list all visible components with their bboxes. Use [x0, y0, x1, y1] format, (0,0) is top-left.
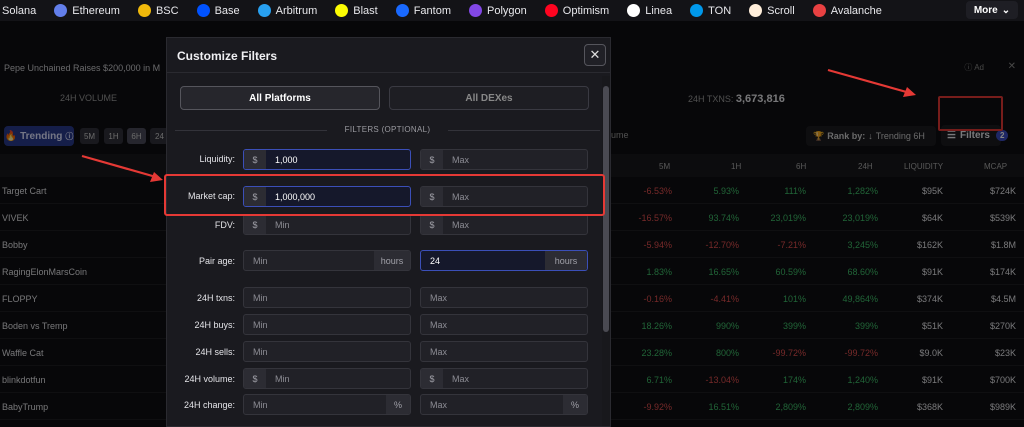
txns-24h-max-field[interactable]: Max — [420, 287, 588, 308]
chain-label: Base — [214, 4, 240, 17]
chain-logo-icon — [395, 4, 409, 17]
txns-24h-label: 24H txns: — [196, 293, 235, 303]
chain-label: Blast — [353, 4, 378, 17]
change-24h-label: 24H change: — [183, 400, 235, 410]
chain-label: Linea — [645, 4, 673, 17]
chain-logo-icon — [690, 4, 704, 17]
tab-all-platforms[interactable]: All Platforms — [180, 86, 380, 110]
chain-bsc[interactable]: BSC — [129, 4, 188, 17]
fdv-min-field[interactable]: $ Min — [243, 214, 411, 235]
pair-age-label: Pair age: — [198, 256, 235, 266]
chain-logo-icon — [749, 4, 763, 17]
chain-label: Arbitrum — [275, 4, 318, 17]
chain-arbitrum[interactable]: Arbitrum — [249, 4, 327, 17]
chain-label: Scroll — [767, 4, 795, 17]
liquidity-min-field[interactable]: $ 1,000 — [243, 149, 411, 170]
more-chains-button[interactable]: More ⌄ — [966, 1, 1018, 19]
chain-avalanche[interactable]: Avalanche — [804, 4, 891, 17]
dollar-prefix: $ — [244, 369, 266, 388]
fdv-label: FDV: — [214, 220, 235, 230]
chain-logo-icon — [469, 4, 482, 17]
buys-24h-min-field[interactable]: Min — [243, 314, 411, 335]
chain-bar: Solana Ethereum BSC Base Arbitrum Blast Fantom… — [0, 0, 1024, 21]
volume-24h-max-field[interactable]: $ Max — [420, 368, 588, 389]
chain-label: BSC — [155, 4, 179, 17]
filters-optional-heading: FILTERS (OPTIONAL) — [175, 125, 600, 134]
chain-polygon[interactable]: Polygon — [460, 4, 536, 17]
chain-logo-icon — [627, 4, 641, 17]
chain-ton[interactable]: TON — [681, 4, 740, 17]
chain-logo-icon — [335, 4, 349, 17]
txns-24h-min-field[interactable]: Min — [243, 287, 411, 308]
chain-scroll[interactable]: Scroll — [740, 4, 804, 17]
sells-24h-max-field[interactable]: Max — [420, 341, 588, 362]
chain-logo-icon — [196, 4, 210, 17]
chain-label: Avalanche — [830, 4, 882, 17]
volume-24h-label: 24H volume: — [184, 374, 235, 384]
chain-base[interactable]: Base — [188, 4, 249, 17]
chain-label: Solana — [2, 4, 37, 17]
chain-linea[interactable]: Linea — [618, 4, 681, 17]
buys-24h-max-field[interactable]: Max — [420, 314, 588, 335]
chain-logo-icon — [137, 4, 151, 17]
pair-age-max-field[interactable]: 24 hours — [420, 250, 588, 271]
chain-logo-icon — [812, 4, 826, 17]
annotation-arrow-market-cap — [81, 154, 163, 182]
chain-label: Polygon — [487, 4, 527, 17]
sells-24h-label: 24H sells: — [195, 347, 235, 357]
chain-label: TON — [708, 4, 732, 17]
market-cap-highlight-box — [164, 174, 605, 216]
change-24h-min-field[interactable]: Min % — [243, 394, 411, 415]
tab-all-dexes[interactable]: All DEXes — [389, 86, 589, 110]
chain-label: Optimism — [562, 4, 610, 17]
liquidity-label: Liquidity: — [199, 154, 235, 164]
chain-blast[interactable]: Blast — [326, 4, 386, 17]
customize-filters-modal: Customize Filters ✕ All Platforms All DE… — [166, 37, 611, 427]
chain-solana[interactable]: Solana — [0, 5, 45, 17]
chain-logo-icon — [544, 4, 558, 17]
chain-optimism[interactable]: Optimism — [536, 4, 618, 17]
close-icon[interactable]: ✕ — [584, 44, 606, 66]
liquidity-max-field[interactable]: $ Max — [420, 149, 588, 170]
dollar-prefix: $ — [421, 369, 443, 388]
chevron-down-icon: ⌄ — [1001, 4, 1011, 16]
hours-suffix: hours — [374, 251, 410, 270]
chain-fantom[interactable]: Fantom — [387, 4, 460, 17]
dollar-prefix: $ — [421, 215, 443, 234]
modal-title: Customize Filters — [177, 49, 278, 63]
buys-24h-label: 24H buys: — [194, 320, 235, 330]
fdv-max-field[interactable]: $ Max — [420, 214, 588, 235]
dollar-prefix: $ — [244, 150, 266, 169]
sells-24h-min-field[interactable]: Min — [243, 341, 411, 362]
chain-label: Ethereum — [72, 4, 120, 17]
annotation-arrow-filters — [827, 68, 916, 97]
pair-age-max-value: 24 — [430, 255, 441, 266]
dollar-prefix: $ — [421, 150, 443, 169]
percent-suffix: % — [563, 395, 587, 414]
dollar-prefix: $ — [244, 215, 266, 234]
volume-24h-min-field[interactable]: $ Min — [243, 368, 411, 389]
more-label: More — [973, 4, 998, 16]
hours-suffix: hours — [545, 251, 587, 270]
modal-header: Customize Filters ✕ — [167, 38, 610, 73]
liquidity-min-value: 1,000 — [275, 154, 298, 165]
chain-logo-icon — [257, 4, 271, 17]
change-24h-max-field[interactable]: Max % — [420, 394, 588, 415]
percent-suffix: % — [386, 395, 410, 414]
pair-age-min-field[interactable]: Min hours — [243, 250, 411, 271]
chain-logo-icon — [54, 4, 68, 17]
chain-label: Fantom — [413, 4, 451, 17]
chain-ethereum[interactable]: Ethereum — [45, 4, 129, 17]
